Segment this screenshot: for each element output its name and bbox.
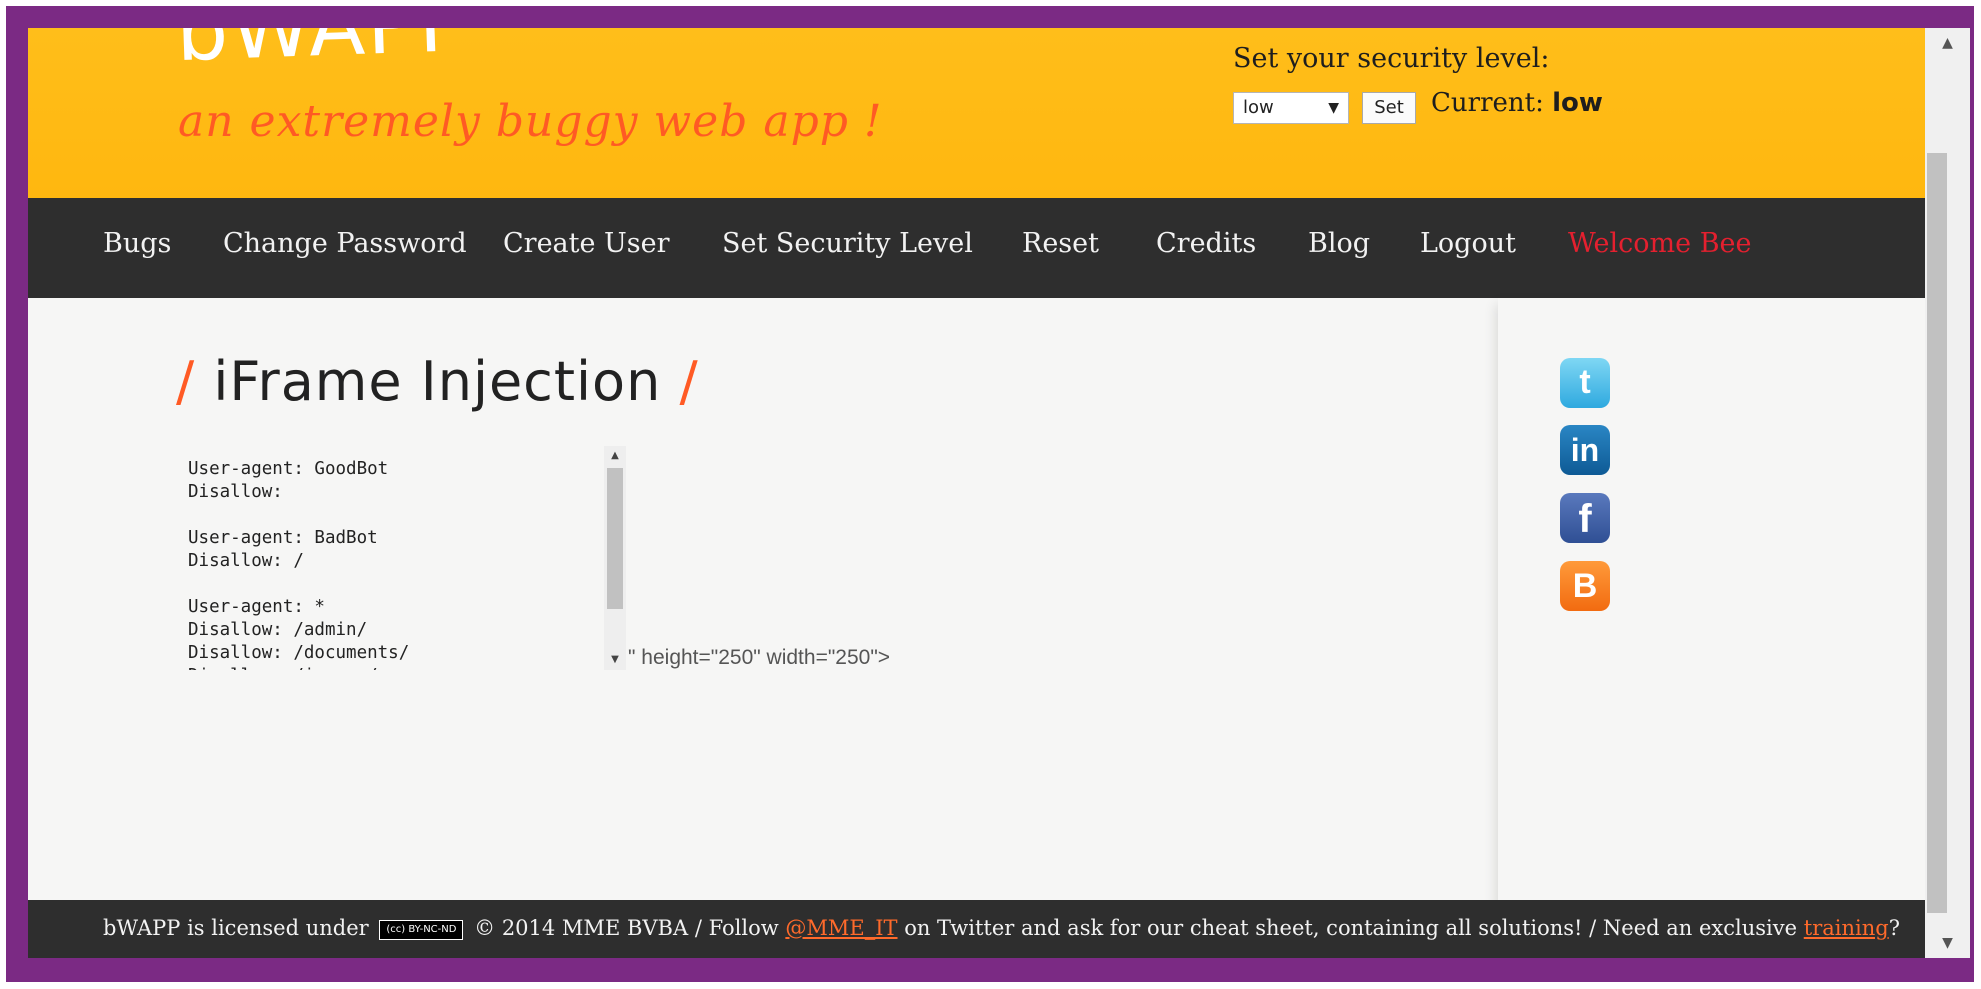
iframe-content: User-agent: GoodBot Disallow: User-agent…	[188, 459, 410, 670]
nav-reset[interactable]: Reset	[1022, 228, 1099, 259]
iframe-scrollbar[interactable]: ▲ ▼	[604, 446, 626, 670]
iframe-scroll-thumb[interactable]	[607, 468, 623, 609]
security-level-label: Set your security level:	[1233, 43, 1550, 74]
nav-blog[interactable]: Blog	[1308, 228, 1370, 259]
scroll-up-icon[interactable]: ▲	[604, 446, 626, 466]
twitter-icon[interactable]: t	[1560, 358, 1610, 408]
linkedin-icon[interactable]: in	[1560, 425, 1610, 475]
page-scroll-up-icon[interactable]: ▲	[1925, 28, 1970, 58]
title-text: iFrame Injection	[213, 350, 662, 413]
blogger-icon[interactable]: B	[1560, 561, 1610, 611]
footer: bWAPP is licensed under (cc) BY-NC-ND © …	[28, 900, 1925, 958]
dropdown-arrow-icon: ▼	[1328, 100, 1339, 116]
nav-set-security-level[interactable]: Set Security Level	[722, 228, 973, 259]
current-security-label: Current:	[1431, 88, 1544, 118]
main-nav: Bugs Change Password Create User Set Sec…	[28, 198, 1925, 298]
nav-bugs[interactable]: Bugs	[103, 228, 171, 259]
injected-iframe[interactable]: User-agent: GoodBot Disallow: User-agent…	[176, 446, 626, 670]
title-slash-left: /	[176, 350, 196, 413]
page-scroll-down-icon[interactable]: ▼	[1925, 928, 1970, 958]
current-security-value: low	[1552, 88, 1603, 118]
header: bWAPP an extremely buggy web app ! Set y…	[28, 28, 1925, 198]
nav-logout[interactable]: Logout	[1420, 228, 1516, 259]
nav-create-user[interactable]: Create User	[503, 228, 670, 259]
site-subtitle: an extremely buggy web app !	[178, 96, 883, 147]
logo: bWAPP	[174, 28, 471, 80]
facebook-icon[interactable]: f	[1560, 493, 1610, 543]
footer-end-text: ?	[1888, 916, 1900, 940]
current-security-level: Current: low	[1431, 88, 1603, 118]
page-viewport: bWAPP an extremely buggy web app ! Set y…	[28, 28, 1970, 958]
security-level-selected: low	[1243, 97, 1274, 118]
footer-copyright-text: © 2014 MME BVBA / Follow	[474, 916, 779, 940]
page-scrollbar[interactable]: ▲ ▼	[1925, 28, 1970, 958]
twitter-link[interactable]: @MME_IT	[785, 916, 897, 940]
security-level-select[interactable]: low ▼	[1233, 92, 1349, 124]
footer-text: bWAPP is licensed under (cc) BY-NC-ND © …	[103, 916, 1900, 940]
page-title: / iFrame Injection /	[176, 350, 699, 413]
training-link[interactable]: training	[1804, 916, 1889, 940]
page-scroll-thumb[interactable]	[1927, 153, 1947, 913]
title-slash-right: /	[679, 350, 699, 413]
iframe-trailing-text: " height="250" width="250">	[628, 646, 891, 669]
scroll-down-icon[interactable]: ▼	[604, 650, 626, 670]
nav-welcome-user[interactable]: Welcome Bee	[1568, 228, 1752, 259]
nav-change-password[interactable]: Change Password	[223, 228, 467, 259]
nav-credits[interactable]: Credits	[1156, 228, 1256, 259]
set-security-button[interactable]: Set	[1362, 92, 1416, 124]
cc-license-badge[interactable]: (cc) BY-NC-ND	[379, 919, 464, 940]
footer-license-text: bWAPP is licensed under	[103, 916, 369, 940]
footer-cheatsheet-text: on Twitter and ask for our cheat sheet, …	[904, 916, 1798, 940]
